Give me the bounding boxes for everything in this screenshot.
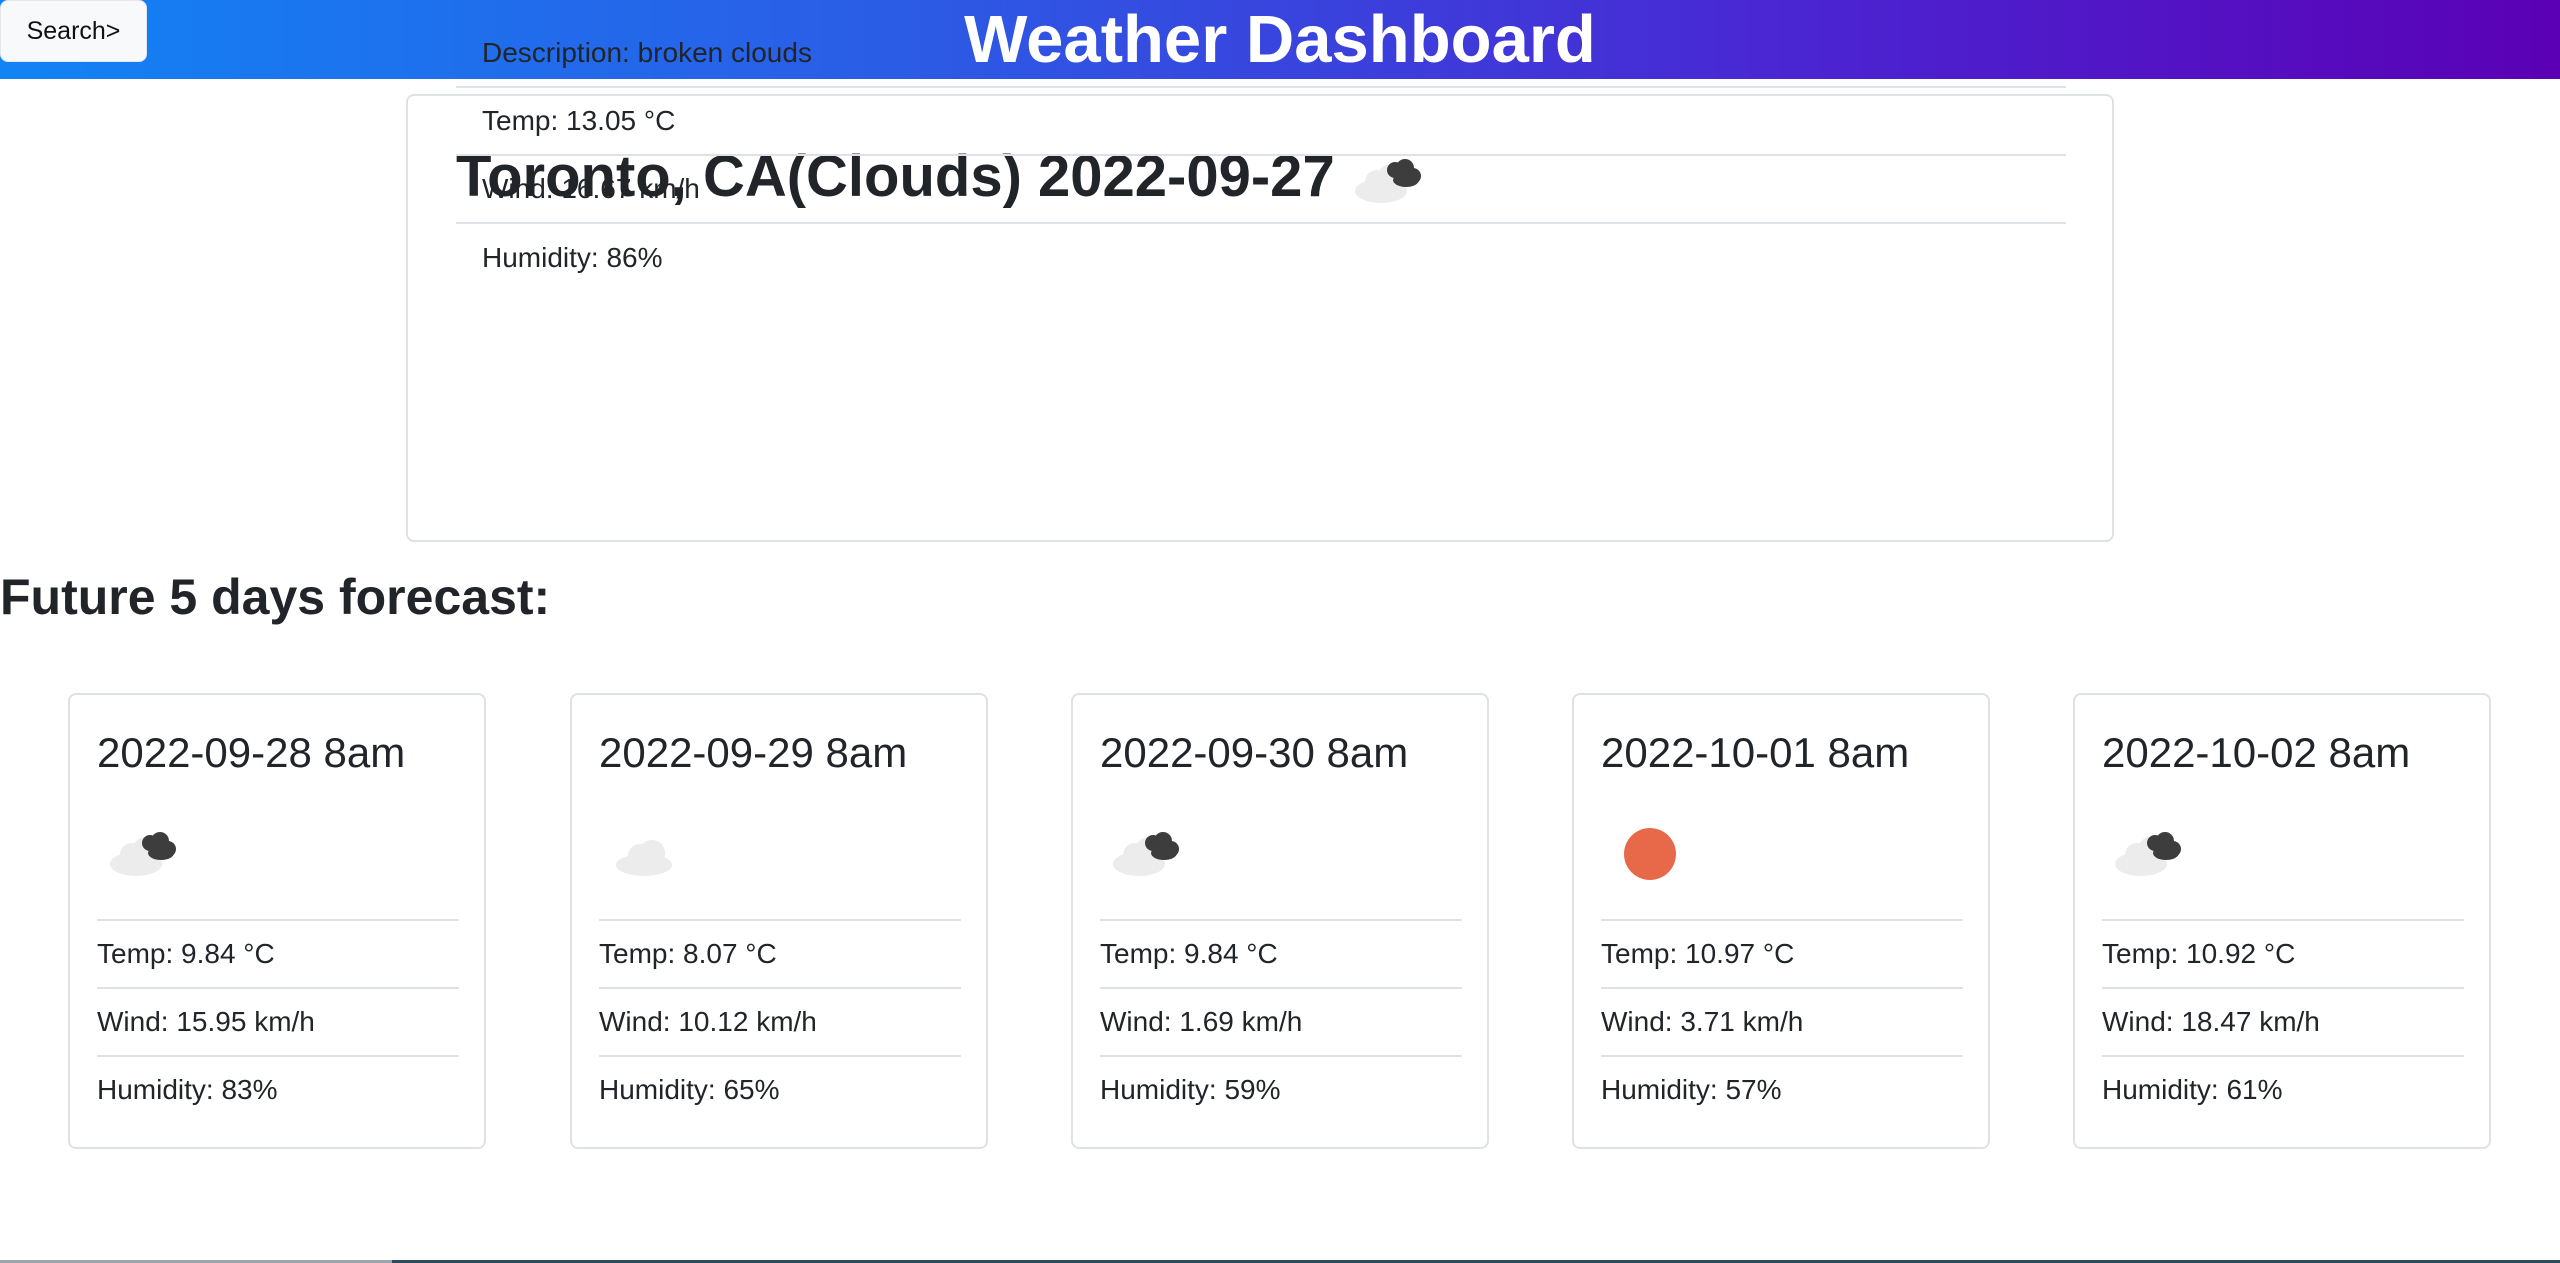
forecast-wind: Wind: 18.47 km/h [2102, 987, 2464, 1055]
broken-clouds-icon [2115, 832, 2181, 876]
forecast-date: 2022-09-30 8am [1100, 729, 1409, 776]
broken-clouds-icon [1113, 832, 1179, 876]
forecast-humidity: Humidity: 83% [97, 1055, 459, 1123]
current-description: Description: broken clouds [456, 20, 2066, 88]
forecast-date: 2022-10-02 8am [2102, 729, 2411, 776]
forecast-temp: Temp: 10.92 °C [2102, 919, 2464, 987]
forecast-card: 2022-10-02 8am Temp: 10.92 °C Wind: 18.47 … [2073, 693, 2491, 1149]
forecast-temp: Temp: 10.97 °C [1601, 919, 1963, 987]
current-humidity: Humidity: 86% [482, 242, 663, 273]
forecast-humidity: Humidity: 61% [2102, 1055, 2464, 1123]
forecast-temp: Temp: 9.84 °C [97, 919, 459, 987]
forecast-humidity: Humidity: 57% [1601, 1055, 1963, 1123]
forecast-humidity: Humidity: 59% [1100, 1055, 1462, 1123]
forecast-wind: Wind: 15.95 km/h [97, 987, 459, 1055]
current-wind: Wind: 16.67 km/h [456, 156, 2066, 224]
forecast-wind: Wind: 3.71 km/h [1601, 987, 1963, 1055]
broken-clouds-icon [110, 832, 176, 876]
few-clouds-icon [616, 840, 672, 876]
forecast-humidity: Humidity: 65% [599, 1055, 961, 1123]
forecast-card: 2022-10-01 8am Temp: 10.97 °C Wind: 3.71 k… [1572, 693, 1990, 1149]
forecast-date: 2022-09-29 8am [599, 729, 908, 776]
current-info-list: Description: broken clouds Temp: 13.05 °… [456, 37, 2066, 292]
forecast-wind: Wind: 1.69 km/h [1100, 987, 1462, 1055]
forecast-info-list: Temp: 10.92 °C Wind: 18.47 km/h Humidity: … [2102, 919, 2464, 1123]
search-button[interactable]: Search> [0, 0, 147, 62]
forecast-title: Future 5 days forecast: [0, 569, 551, 625]
forecast-wind: Wind: 10.12 km/h [599, 987, 961, 1055]
forecast-card: 2022-09-30 8am Temp: 9.84 °C Wind: 1.69 km… [1071, 693, 1489, 1149]
current-weather-card: Toronto, CA(Clouds) 2022-09-27 Descripti… [406, 37, 2114, 542]
forecast-date: 2022-10-01 8am [1601, 729, 1910, 776]
forecast-info-list: Temp: 9.84 °C Wind: 15.95 km/h Humidity: 8… [97, 919, 459, 1123]
forecast-temp: Temp: 8.07 °C [599, 919, 961, 987]
forecast-info-list: Temp: 9.84 °C Wind: 1.69 km/h Humidity: 59… [1100, 919, 1462, 1123]
forecast-info-list: Temp: 8.07 °C Wind: 10.12 km/h Humidity: 6… [599, 919, 961, 1123]
current-temp: Temp: 13.05 °C [456, 88, 2066, 156]
forecast-date: 2022-09-28 8am [97, 729, 406, 776]
forecast-card: 2022-09-28 8am Temp: 9.84 °C Wind: 15.95 k… [68, 693, 486, 1149]
clear-sky-icon [1624, 828, 1676, 880]
forecast-temp: Temp: 9.84 °C [1100, 919, 1462, 987]
forecast-card: 2022-09-29 8am Temp: 8.07 °C Wind: 10.12 k… [570, 693, 988, 1149]
forecast-info-list: Temp: 10.97 °C Wind: 3.71 km/h Humidity: 5… [1601, 919, 1963, 1123]
